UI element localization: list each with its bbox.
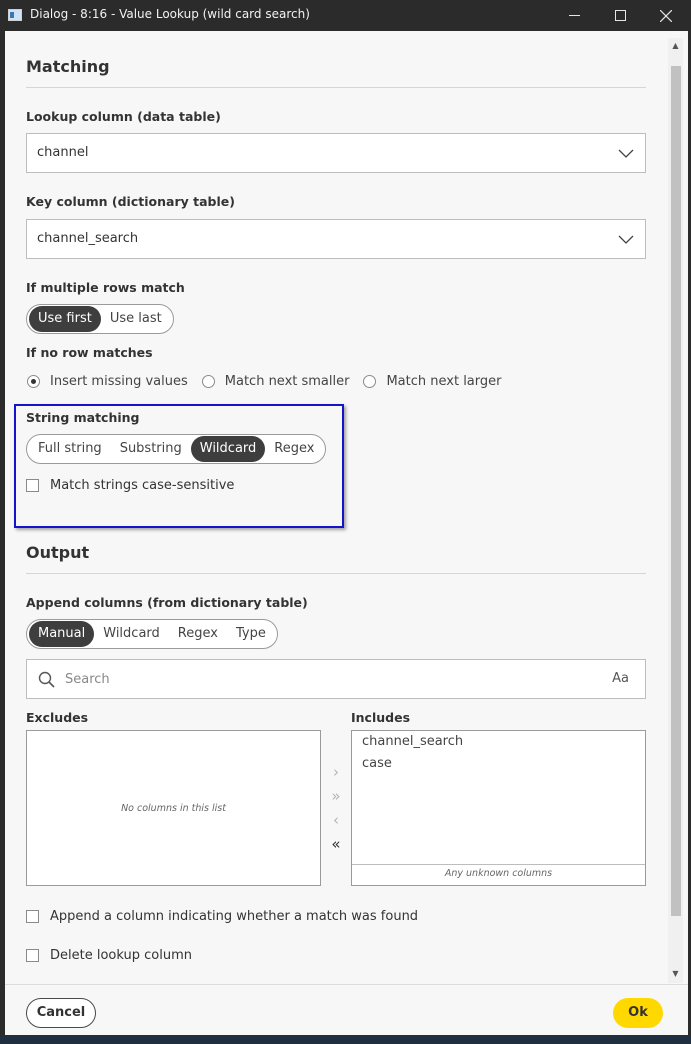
minimize-icon[interactable] (551, 0, 597, 31)
lookup-column-value: channel (37, 145, 89, 160)
append-columns-label: Append columns (from dictionary table) (26, 595, 308, 610)
radio-insert-missing[interactable] (27, 375, 40, 388)
excludes-empty-text: No columns in this list (121, 803, 226, 814)
column-search-field[interactable]: Search Aa (26, 659, 646, 699)
radio-insert-missing-label[interactable]: Insert missing values (50, 374, 188, 389)
excludes-label: Excludes (26, 710, 89, 725)
scroll-down-arrow-icon[interactable]: ▼ (668, 968, 683, 980)
excludes-list[interactable]: No columns in this list (26, 730, 321, 886)
radio-match-next-larger-label[interactable]: Match next larger (386, 374, 501, 389)
append-found-checkbox[interactable] (26, 910, 39, 923)
move-all-left-icon[interactable]: « (328, 836, 344, 852)
option-regex[interactable]: Regex (265, 436, 323, 462)
move-right-icon[interactable]: › (328, 764, 344, 780)
move-all-right-icon[interactable]: » (328, 788, 344, 804)
search-placeholder: Search (65, 672, 110, 687)
key-column-label: Key column (dictionary table) (26, 194, 235, 209)
delete-lookup-checkbox[interactable] (26, 949, 39, 962)
lookup-column-select[interactable]: channel (26, 133, 646, 173)
matching-heading: Matching (26, 57, 110, 76)
no-row-radio-group: Insert missing values Match next smaller… (27, 374, 516, 389)
list-item[interactable]: channel_search (352, 731, 645, 753)
taskbar-strip (0, 1035, 691, 1044)
case-sensitive-checkbox[interactable] (26, 479, 39, 492)
move-left-icon[interactable]: ‹ (328, 812, 344, 828)
radio-match-next-smaller[interactable] (201, 375, 215, 388)
scroll-up-arrow-icon[interactable]: ▲ (668, 40, 683, 52)
unknown-columns-text: Any unknown columns (444, 868, 553, 879)
lookup-column-label: Lookup column (data table) (26, 109, 221, 124)
chevron-down-icon (618, 149, 634, 158)
footer-divider (5, 984, 688, 985)
string-matching-label: String matching (26, 410, 140, 425)
mode-regex[interactable]: Regex (169, 621, 227, 647)
mode-type[interactable]: Type (227, 621, 275, 647)
no-row-label: If no row matches (26, 345, 153, 360)
search-icon (38, 671, 55, 688)
chevron-down-icon (618, 235, 634, 244)
multiple-rows-toggle: Use first Use last (26, 304, 174, 334)
option-substring[interactable]: Substring (111, 436, 191, 462)
close-icon[interactable] (643, 0, 689, 31)
append-mode-toggle: Manual Wildcard Regex Type (26, 619, 278, 649)
case-sensitive-toggle[interactable]: Aa (612, 671, 629, 686)
unknown-columns-divider (352, 864, 645, 865)
window-title: Dialog - 8:16 - Value Lookup (wild card … (30, 7, 310, 21)
option-use-first[interactable]: Use first (29, 306, 101, 332)
multiple-rows-label: If multiple rows match (26, 280, 185, 295)
scrollbar-thumb[interactable] (671, 66, 681, 916)
case-sensitive-label[interactable]: Match strings case-sensitive (50, 478, 234, 493)
key-column-select[interactable]: channel_search (26, 219, 646, 259)
option-wildcard[interactable]: Wildcard (190, 436, 266, 462)
list-item[interactable]: case (352, 753, 645, 775)
delete-lookup-label[interactable]: Delete lookup column (50, 948, 192, 963)
string-matching-toggle: Full string Substring Wildcard Regex (26, 434, 327, 464)
includes-list[interactable]: channel_search case Any unknown columns (351, 730, 646, 886)
output-heading: Output (26, 543, 90, 562)
ok-button[interactable]: Ok (613, 998, 663, 1028)
matching-divider (26, 87, 646, 88)
mode-wildcard[interactable]: Wildcard (94, 621, 169, 647)
option-full-string[interactable]: Full string (29, 436, 111, 462)
radio-match-next-smaller-label[interactable]: Match next smaller (225, 374, 350, 389)
radio-match-next-larger[interactable] (363, 375, 377, 388)
key-column-value: channel_search (37, 231, 139, 246)
maximize-icon[interactable] (597, 0, 643, 31)
mode-manual[interactable]: Manual (29, 621, 95, 647)
option-use-last[interactable]: Use last (101, 306, 171, 332)
app-icon (8, 9, 22, 21)
includes-items: channel_search case (352, 731, 645, 775)
output-divider (26, 573, 646, 574)
cancel-button[interactable]: Cancel (26, 998, 96, 1028)
includes-label: Includes (351, 710, 411, 725)
append-found-label[interactable]: Append a column indicating whether a mat… (50, 909, 418, 924)
